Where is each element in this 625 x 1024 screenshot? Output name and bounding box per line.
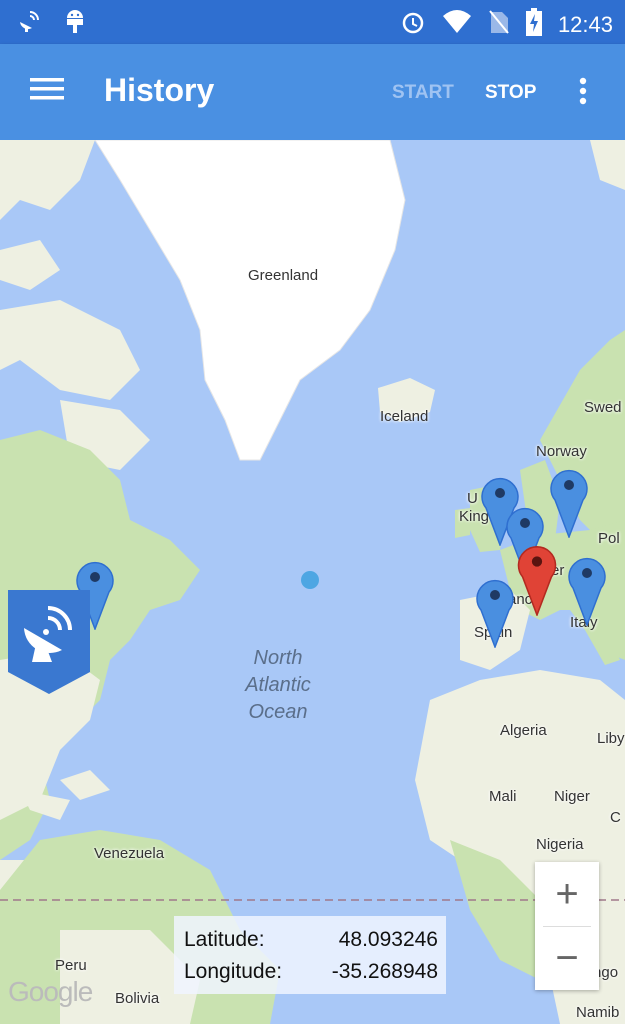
alarm-icon [400,9,426,40]
map-label-bolivia: Bolivia [115,990,160,1007]
map-label-mali: Mali [489,788,517,805]
stop-button[interactable]: STOP [485,82,536,104]
map-label-chad: C [610,809,621,826]
ocean-label-line-3: Ocean [248,701,308,723]
no-sim-icon [488,9,510,40]
map-label-norway: Norway [536,443,587,460]
google-attribution: Google [8,976,93,1007]
start-button[interactable]: START [392,82,454,104]
overflow-menu-icon[interactable] [573,77,593,107]
map-label-algeria: Algeria [500,722,547,739]
battery-charging-icon [525,8,542,41]
map-label-niger: Niger [554,788,590,805]
map-label-greenland: Greenland [248,267,319,284]
android-icon [64,8,86,39]
longitude-value: -35.268948 [331,960,438,983]
map-label-peru: Peru [55,957,87,974]
satellite-badge[interactable] [8,590,90,694]
app-bar: History START STOP [0,44,625,140]
map-label-uk: U [467,490,478,507]
map-marker-red[interactable] [517,542,557,616]
map-marker-blue[interactable] [550,466,588,538]
wifi-icon [442,9,472,40]
map-label-iceland: Iceland [380,408,429,425]
zoom-in-button[interactable]: + [535,862,599,926]
satellite-icon [16,8,42,39]
current-location-dot [301,571,319,589]
map-marker-blue[interactable] [476,576,514,648]
map-marker-blue[interactable] [568,554,606,626]
map-label-poland: Pol [598,530,620,547]
map-label-libya: Liby [597,730,625,747]
map-label-namibia: Namib [576,1004,620,1021]
hamburger-menu-icon[interactable] [30,76,66,106]
clock-time: 12:43 [557,11,613,37]
ocean-label-line-2: Atlantic [245,674,311,696]
status-bar: 12:43 [0,0,625,44]
zoom-out-button[interactable]: − [535,926,599,990]
ocean-label: North Atlantic Ocean [228,645,328,726]
zoom-controls: + − [535,862,599,990]
page-title: History [104,72,215,108]
longitude-label: Longitude: [184,960,283,983]
latitude-value: 48.093246 [338,928,438,951]
coordinates-panel: Latitude: 48.093246 Longitude: -35.26894… [174,916,446,994]
ocean-label-line-1: North [253,647,303,669]
map-label-venezuela: Venezuela [94,845,165,862]
map-label-nigeria: Nigeria [536,836,584,853]
map-label-sweden: Swed [584,399,622,416]
map-view[interactable]: Greenland Iceland Norway Swed U King Pol… [0,140,625,1024]
latitude-label: Latitude: [184,928,265,951]
